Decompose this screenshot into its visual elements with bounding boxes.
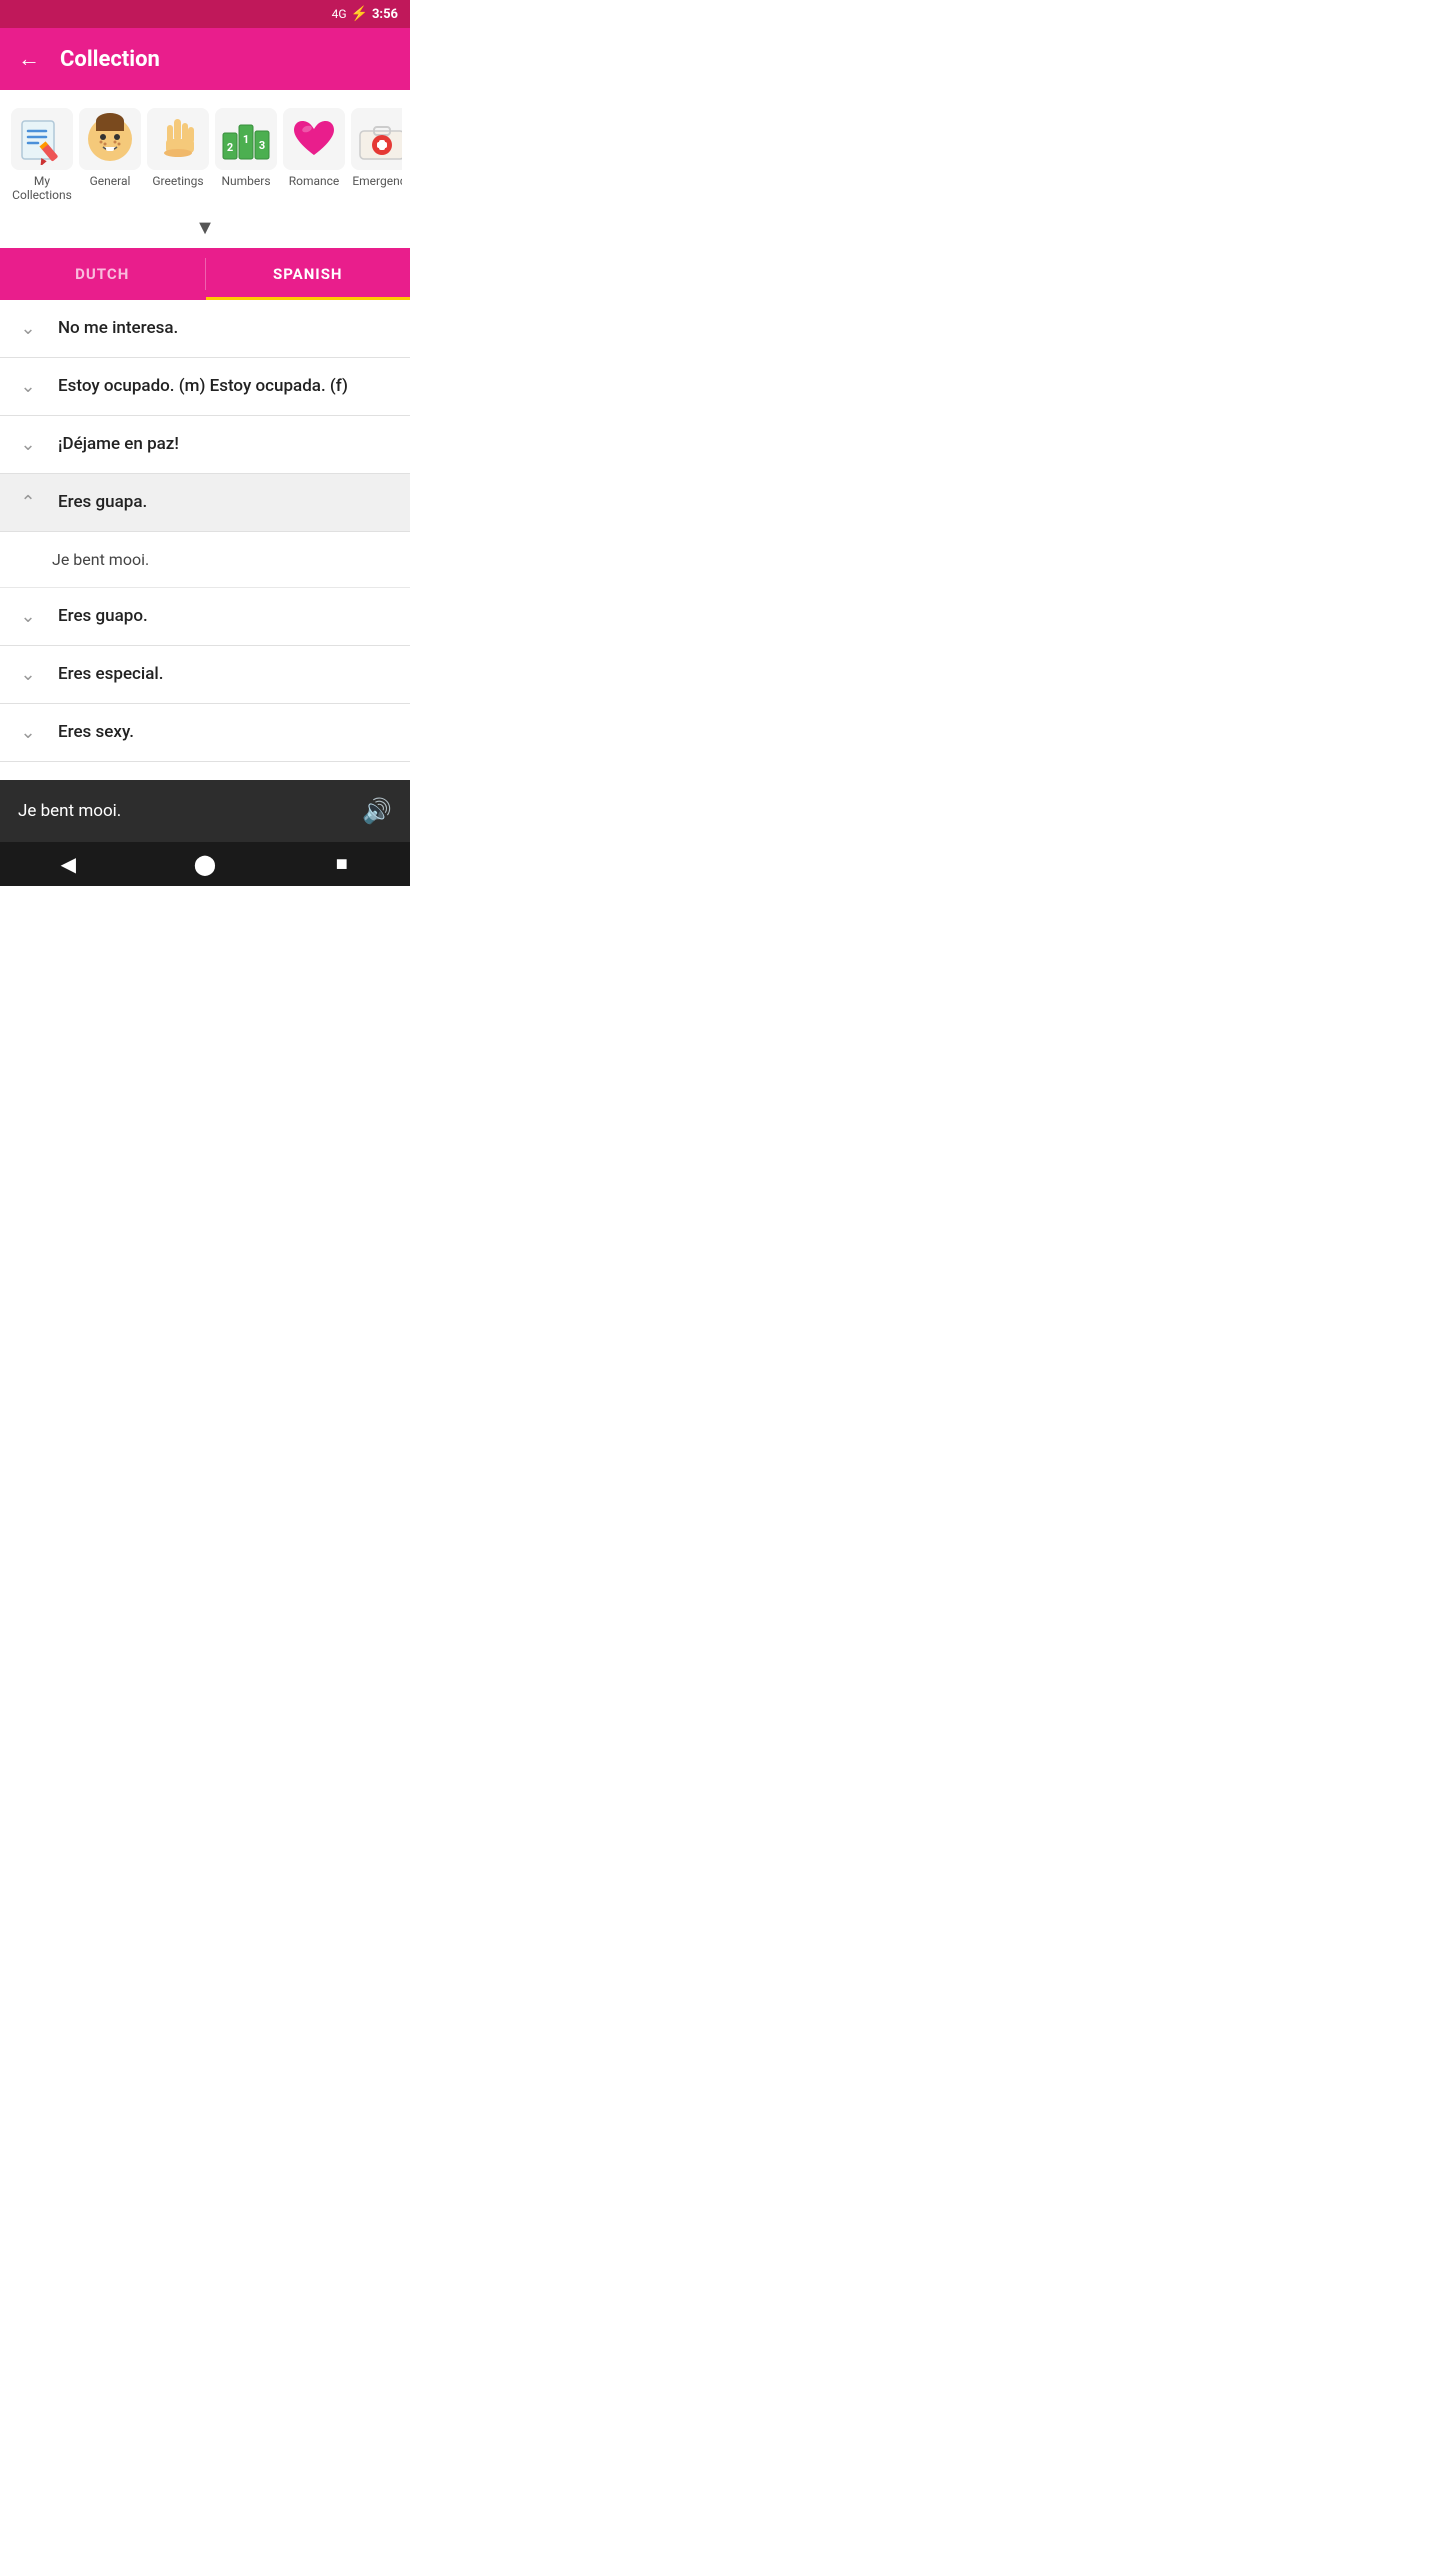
category-numbers[interactable]: 2 1 3 Numbers bbox=[212, 104, 280, 192]
numbers-label: Numbers bbox=[221, 174, 270, 188]
phrase-text: Eres guapo. bbox=[58, 606, 148, 626]
emergency-label: Emergency bbox=[352, 174, 402, 188]
battery-icon: ⚡ bbox=[351, 6, 368, 22]
phrase-row[interactable]: ⌄ Eres especial. bbox=[0, 646, 410, 704]
nav-recent-button[interactable] bbox=[322, 844, 362, 884]
romance-label: Romance bbox=[289, 174, 340, 188]
category-my-collections[interactable]: My Collections bbox=[8, 104, 76, 207]
expand-icon-open: ⌃ bbox=[16, 492, 40, 513]
svg-text:2: 2 bbox=[227, 141, 233, 154]
expand-icon: ⌄ bbox=[16, 376, 40, 397]
tab-dutch[interactable]: DUTCH bbox=[0, 248, 205, 300]
category-section: My Collections bbox=[0, 90, 410, 248]
general-label: General bbox=[90, 174, 131, 188]
translation-text: Je bent mooi. bbox=[52, 550, 149, 569]
phrase-text: Eres guapa. bbox=[58, 492, 147, 512]
expand-icon: ⌄ bbox=[16, 318, 40, 339]
phrase-row[interactable]: ⌄ Eres guapo. bbox=[0, 588, 410, 646]
phrase-row[interactable]: ⌄ ¡Déjame en paz! bbox=[0, 416, 410, 474]
phrase-text: ¡Déjame en paz! bbox=[58, 434, 179, 454]
phrase-text: Eres especial. bbox=[58, 664, 163, 684]
phrase-row[interactable]: ⌄ No me interesa. bbox=[0, 300, 410, 358]
nav-back-button[interactable] bbox=[48, 844, 88, 884]
app-title: Collection bbox=[60, 47, 160, 72]
back-button[interactable]: ← bbox=[18, 46, 40, 72]
phrase-list: ⌄ No me interesa. ⌄ Estoy ocupado. (m) E… bbox=[0, 300, 410, 780]
expand-categories-button[interactable]: ▼ bbox=[195, 215, 215, 240]
phrase-list-inner: ⌄ No me interesa. ⌄ Estoy ocupado. (m) E… bbox=[0, 300, 410, 780]
category-greetings[interactable]: Greetings bbox=[144, 104, 212, 192]
greetings-icon bbox=[147, 108, 209, 170]
phrase-text: Eres sexy. bbox=[58, 722, 134, 742]
category-general[interactable]: General bbox=[76, 104, 144, 192]
bottom-player: Je bent mooi. 🔊 bbox=[0, 780, 410, 842]
speaker-button[interactable]: 🔊 bbox=[362, 797, 392, 825]
general-icon bbox=[79, 108, 141, 170]
phrase-text: Estoy ocupado. (m) Estoy ocupada. (f) bbox=[58, 376, 348, 396]
app-bar: ← Collection bbox=[0, 28, 410, 90]
expand-icon: ⌄ bbox=[16, 434, 40, 455]
translation-row: Je bent mooi. bbox=[0, 532, 410, 588]
status-bar: 4G ⚡ 3:56 bbox=[0, 0, 410, 28]
numbers-icon: 2 1 3 bbox=[215, 108, 277, 170]
expand-icon: ⌄ bbox=[16, 722, 40, 743]
nav-home-button[interactable] bbox=[185, 844, 225, 884]
player-text: Je bent mooi. bbox=[18, 801, 121, 821]
svg-text:3: 3 bbox=[259, 139, 265, 152]
romance-icon bbox=[283, 108, 345, 170]
category-emergency[interactable]: Emergency bbox=[348, 104, 402, 192]
my-collections-icon bbox=[11, 108, 73, 170]
phrase-row[interactable]: ⌄ Eres sexy. bbox=[0, 704, 410, 762]
phrase-text: No me interesa. bbox=[58, 318, 178, 338]
clock: 3:56 bbox=[372, 7, 398, 22]
nav-bar bbox=[0, 842, 410, 886]
expand-icon: ⌄ bbox=[16, 664, 40, 685]
category-romance[interactable]: Romance bbox=[280, 104, 348, 192]
status-icons: 4G ⚡ 3:56 bbox=[332, 6, 398, 22]
greetings-label: Greetings bbox=[152, 174, 203, 188]
tab-spanish[interactable]: SPANISH bbox=[206, 248, 411, 300]
signal-icon: 4G bbox=[332, 7, 347, 21]
expand-icon: ⌄ bbox=[16, 606, 40, 627]
phrase-row[interactable]: ⌄ Eres encantador. bbox=[0, 762, 410, 780]
category-row: My Collections bbox=[8, 104, 402, 213]
svg-text:1: 1 bbox=[243, 133, 249, 146]
my-collections-label: My Collections bbox=[12, 174, 72, 203]
phrase-row[interactable]: ⌄ Estoy ocupado. (m) Estoy ocupada. (f) bbox=[0, 358, 410, 416]
language-tab-bar: DUTCH SPANISH bbox=[0, 248, 410, 300]
emergency-icon bbox=[351, 108, 402, 170]
phrase-row-expanded[interactable]: ⌃ Eres guapa. bbox=[0, 474, 410, 532]
